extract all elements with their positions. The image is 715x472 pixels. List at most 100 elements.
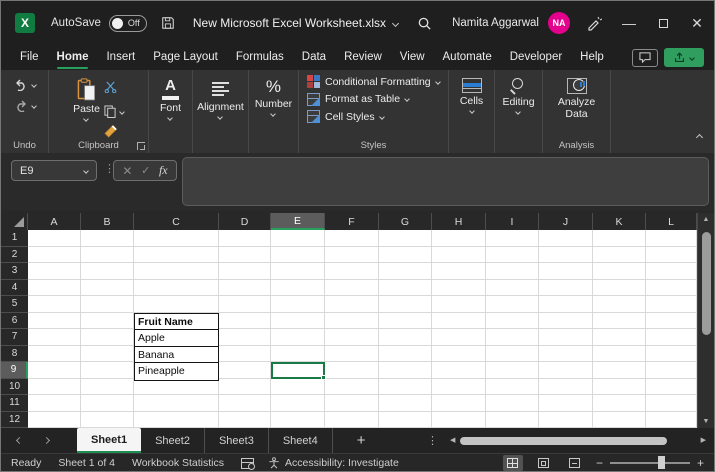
insert-function-icon[interactable]: fx: [159, 163, 168, 178]
column-header-L[interactable]: L: [646, 213, 697, 230]
cell-I10[interactable]: [486, 379, 539, 396]
cell-I7[interactable]: [486, 329, 539, 346]
cell-G4[interactable]: [379, 280, 432, 297]
cell-D11[interactable]: [219, 395, 271, 412]
cell-B4[interactable]: [81, 280, 134, 297]
cell-J3[interactable]: [539, 263, 593, 280]
cell-A11[interactable]: [28, 395, 81, 412]
menu-tab-view[interactable]: View: [391, 45, 434, 70]
cell-A9[interactable]: [28, 362, 81, 379]
cell-A10[interactable]: [28, 379, 81, 396]
menu-tab-automate[interactable]: Automate: [434, 45, 501, 70]
cell-H11[interactable]: [432, 395, 486, 412]
cell-G6[interactable]: [379, 313, 432, 330]
cell-B5[interactable]: [81, 296, 134, 313]
cell-K3[interactable]: [593, 263, 646, 280]
column-header-C[interactable]: C: [134, 213, 219, 230]
cell-B3[interactable]: [81, 263, 134, 280]
cell-B10[interactable]: [81, 379, 134, 396]
cell-L2[interactable]: [646, 247, 697, 264]
row-header-12[interactable]: 12: [1, 412, 28, 429]
cell-G3[interactable]: [379, 263, 432, 280]
column-header-A[interactable]: A: [28, 213, 81, 230]
cell-J10[interactable]: [539, 379, 593, 396]
redo-button[interactable]: [14, 100, 36, 112]
save-icon[interactable]: [161, 16, 175, 30]
cell-D9[interactable]: [219, 362, 271, 379]
cell-B2[interactable]: [81, 247, 134, 264]
cell-B9[interactable]: [81, 362, 134, 379]
user-name[interactable]: Namita Aggarwal: [452, 17, 539, 29]
cell-D1[interactable]: [219, 230, 271, 247]
cell-G9[interactable]: [379, 362, 432, 379]
cell-I3[interactable]: [486, 263, 539, 280]
sheet-tab-sheet3[interactable]: Sheet3: [205, 428, 269, 453]
column-header-D[interactable]: D: [219, 213, 271, 230]
row-header-3[interactable]: 3: [1, 263, 28, 280]
cell-F5[interactable]: [325, 296, 379, 313]
column-header-J[interactable]: J: [539, 213, 593, 230]
cell-E2[interactable]: [271, 247, 325, 264]
cell-D2[interactable]: [219, 247, 271, 264]
paste-button[interactable]: Paste: [73, 76, 100, 137]
cell-I6[interactable]: [486, 313, 539, 330]
cell-K9[interactable]: [593, 362, 646, 379]
scroll-left-icon[interactable]: ◀: [450, 436, 455, 445]
row-header-10[interactable]: 10: [1, 379, 28, 396]
new-sheet-button[interactable]: +: [357, 428, 366, 453]
maximize-button[interactable]: [646, 1, 680, 45]
cell-H5[interactable]: [432, 296, 486, 313]
comments-button[interactable]: [632, 49, 658, 67]
cell-F12[interactable]: [325, 412, 379, 429]
cell-F1[interactable]: [325, 230, 379, 247]
cell-H7[interactable]: [432, 329, 486, 346]
vertical-scroll-thumb[interactable]: [702, 232, 711, 335]
cell-K10[interactable]: [593, 379, 646, 396]
cell-A3[interactable]: [28, 263, 81, 280]
cell-A2[interactable]: [28, 247, 81, 264]
cell-I11[interactable]: [486, 395, 539, 412]
horizontal-scroll-track[interactable]: [460, 436, 695, 445]
cell-G8[interactable]: [379, 346, 432, 363]
select-all-corner[interactable]: [1, 213, 28, 230]
cell-I12[interactable]: [486, 412, 539, 429]
cell-L5[interactable]: [646, 296, 697, 313]
horizontal-scrollbar[interactable]: ◀ ▶: [450, 436, 706, 445]
accessibility-checker-button[interactable]: Accessibility: Investigate: [268, 457, 399, 469]
menu-tab-developer[interactable]: Developer: [501, 45, 571, 70]
cell-L1[interactable]: [646, 230, 697, 247]
cell-L4[interactable]: [646, 280, 697, 297]
cell-L12[interactable]: [646, 412, 697, 429]
cell-F6[interactable]: [325, 313, 379, 330]
cell-C1[interactable]: [134, 230, 219, 247]
column-header-F[interactable]: F: [325, 213, 379, 230]
editing-button[interactable]: Editing: [502, 76, 534, 137]
row-header-7[interactable]: 7: [1, 329, 28, 346]
cell-E1[interactable]: [271, 230, 325, 247]
name-box[interactable]: E9: [11, 160, 97, 181]
cell-H2[interactable]: [432, 247, 486, 264]
menu-tab-insert[interactable]: Insert: [97, 45, 144, 70]
row-header-6[interactable]: 6: [1, 313, 28, 330]
cell-H12[interactable]: [432, 412, 486, 429]
close-button[interactable]: ✕: [680, 1, 714, 45]
cell-styles-button[interactable]: Cell Styles: [307, 110, 444, 123]
alignment-button[interactable]: Alignment: [197, 76, 244, 137]
undo-button[interactable]: [14, 79, 36, 91]
sheet-tab-sheet2[interactable]: Sheet2: [141, 428, 205, 453]
cell-J6[interactable]: [539, 313, 593, 330]
column-header-B[interactable]: B: [81, 213, 134, 230]
macro-record-icon[interactable]: [241, 458, 254, 469]
normal-view-button[interactable]: [503, 455, 523, 471]
cell-C3[interactable]: [134, 263, 219, 280]
cell-L8[interactable]: [646, 346, 697, 363]
row-header-9[interactable]: 9: [1, 362, 28, 379]
sheet-tab-sheet1[interactable]: Sheet1: [77, 428, 141, 453]
cell-L3[interactable]: [646, 263, 697, 280]
cell-K2[interactable]: [593, 247, 646, 264]
cell-F9[interactable]: [325, 362, 379, 379]
cell-K12[interactable]: [593, 412, 646, 429]
cell-K6[interactable]: [593, 313, 646, 330]
cell-H8[interactable]: [432, 346, 486, 363]
table-cell[interactable]: Apple: [135, 330, 218, 347]
